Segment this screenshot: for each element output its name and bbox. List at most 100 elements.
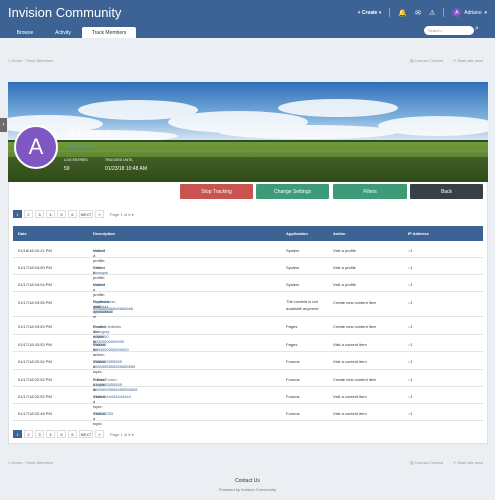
row-date: 01/17/18 02:52 PM	[18, 359, 52, 364]
check-icon: ✔	[453, 58, 457, 63]
user-menu[interactable]: A Adriano ▾	[452, 8, 487, 17]
row-application: The content is not	[286, 299, 318, 304]
desc-link[interactable]: tester2	[93, 248, 105, 253]
filters-button[interactable]: Filters	[333, 184, 407, 199]
table-row: 01/17/18 03:55 PM Posted a staff applica…	[13, 292, 483, 319]
table-header: Date Description Application Action IP A…	[13, 226, 483, 241]
page-1[interactable]: 1	[13, 210, 22, 218]
desc-link[interactable]: 5555555555555 5555555555555555555	[93, 359, 135, 369]
next-page-button[interactable]: NEXT	[79, 210, 93, 218]
next-page-button[interactable]: NEXT	[79, 430, 93, 438]
unread-icon: ▤	[410, 58, 414, 63]
row-application: Forums	[286, 377, 300, 382]
site-brand[interactable]: Invision Community	[8, 5, 121, 20]
sidebar-toggle[interactable]: ›	[0, 118, 7, 132]
profile-group: Administrator	[68, 143, 92, 148]
page-4[interactable]: 4	[46, 430, 55, 438]
page-5[interactable]: 5	[57, 430, 66, 438]
stat-label-entries: LOG ENTRIES	[64, 158, 88, 162]
page-jump-dropdown[interactable]: Page 1 of 6 ▾	[110, 212, 134, 217]
unread-icon: ▤	[410, 460, 414, 465]
breadcrumb-current: Track Members	[25, 460, 54, 465]
page-2[interactable]: 2	[24, 210, 33, 218]
row-ip: ::1	[408, 342, 413, 347]
unread-content-link[interactable]: ▤ Unread Content	[410, 58, 443, 63]
desc-link[interactable]: tester2	[93, 282, 105, 287]
settings-icon[interactable]: ⚙	[105, 131, 110, 137]
unread-content-link[interactable]: ▤ Unread Content	[410, 460, 443, 465]
stop-tracking-button[interactable]: Stop Tracking	[180, 184, 253, 199]
last-page-button[interactable]: »	[95, 210, 104, 218]
page-6[interactable]: 6	[68, 430, 77, 438]
table-row: 01/17/18 02:48 PM Visited a topic: 33333…	[13, 404, 483, 426]
row-application: Forums	[286, 411, 300, 416]
tab-activity[interactable]: Activity	[46, 27, 80, 38]
search-input[interactable]: Search...	[424, 26, 474, 35]
chevron-right-icon: ›	[2, 122, 5, 128]
row-action: Create new content item	[333, 377, 377, 382]
page-2[interactable]: 2	[24, 430, 33, 438]
warning-icon[interactable]: ⚠	[429, 9, 435, 17]
user-name: Adriano	[464, 9, 482, 16]
col-action: Action	[333, 231, 346, 236]
divider	[443, 8, 445, 17]
row-action: Visit a content item	[333, 342, 367, 347]
page-jump-dropdown[interactable]: Page 1 of 6 ▾	[110, 432, 134, 437]
search-icon[interactable]: ⌕	[475, 25, 479, 33]
row-application: Pages	[286, 324, 298, 329]
stat-value-entries: 59	[64, 166, 70, 172]
row-ip: ::1	[408, 394, 413, 399]
desc-link[interactable]: 44444444444444444	[93, 394, 131, 399]
row-date: 01/17/18 04:04 PM	[18, 282, 52, 287]
page-3[interactable]: 3	[35, 430, 44, 438]
page-5[interactable]: 5	[57, 210, 66, 218]
row-action: Visit a profile	[333, 282, 356, 287]
table-row: 01/17/18 04:04 PM Visited a profile: tes…	[13, 275, 483, 297]
bell-icon[interactable]: 🔔	[398, 9, 407, 17]
tab-browse[interactable]: Browse	[8, 27, 42, 38]
row-application: System	[286, 248, 300, 253]
row-action: Visit a profile	[333, 248, 356, 253]
row-action: Visit a content item	[333, 411, 367, 416]
mark-read-link[interactable]: ✔ Mark site read	[453, 460, 483, 465]
page-3[interactable]: 3	[35, 210, 44, 218]
row-date: 01/17/18 03:53 PM	[18, 342, 52, 347]
table-row: 01/18/18 02:21 PM Visited a profile: tes…	[13, 241, 483, 263]
page-6[interactable]: 6	[68, 210, 77, 218]
last-page-button[interactable]: »	[95, 430, 104, 438]
stat-label-tracked: TRACKED UNTIL	[105, 158, 134, 162]
mark-read-link[interactable]: ✔ Mark site read	[453, 58, 483, 63]
table-row: 01/17/18 02:52 PM Posted a topic in A Te…	[13, 370, 483, 392]
col-date: Date	[18, 231, 27, 236]
desc-link[interactable]: 333333333	[93, 411, 113, 416]
profile-avatar: A	[14, 125, 58, 169]
desc-link-cont[interactable]: 666666666666666666	[93, 306, 133, 311]
create-label: Create	[361, 9, 378, 16]
back-button[interactable]: Back	[410, 184, 483, 199]
envelope-icon[interactable]: ✉	[415, 9, 421, 17]
row-ip: ::1	[408, 411, 413, 416]
col-description: Description	[93, 231, 116, 236]
check-icon: ✔	[453, 460, 457, 465]
breadcrumb-home[interactable]: Home	[12, 460, 23, 465]
table-row: 01/17/18 03:53 PM Visited an article: 00…	[13, 335, 483, 357]
row-action: Create new content item	[333, 300, 377, 305]
unread-label: Unread Content	[414, 58, 444, 63]
row-application: System	[286, 282, 300, 287]
desc-link[interactable]: 000000 0000000000000000	[93, 342, 129, 352]
main-nav: Browse Activity Track Members	[0, 24, 495, 38]
row-date: 01/18/18 02:21 PM	[18, 248, 52, 253]
row-date: 01/17/18 02:52 PM	[18, 377, 52, 382]
desc-link[interactable]: Chris Bourgos	[93, 265, 108, 275]
row-ip: ::1	[408, 282, 413, 287]
col-application: Application	[286, 231, 308, 236]
page-4[interactable]: 4	[46, 210, 55, 218]
create-menu[interactable]: + Create ▾	[358, 10, 382, 16]
contact-us-link[interactable]: Contact Us	[0, 478, 495, 484]
breadcrumb-home[interactable]: Home	[12, 58, 23, 63]
change-settings-button[interactable]: Change Settings	[256, 184, 329, 199]
tab-track-members[interactable]: Track Members	[82, 27, 136, 38]
page-1[interactable]: 1	[13, 430, 22, 438]
row-date: 01/17/18 04:50 PM	[18, 265, 52, 270]
table-row: 01/17/18 02:52 PM Visited a topic: 55555…	[13, 352, 483, 374]
